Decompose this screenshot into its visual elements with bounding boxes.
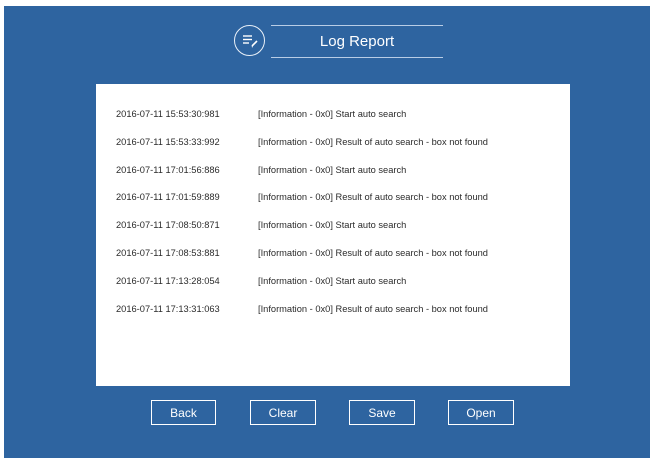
log-report-screen: Log Report 2016-07-11 15:53:30:981 [Info… <box>4 6 650 458</box>
log-message: [Information - 0x0] Start auto search <box>258 109 407 119</box>
log-list-panel: 2016-07-11 15:53:30:981 [Information - 0… <box>96 84 570 386</box>
log-timestamp: 2016-07-11 17:08:53:881 <box>116 248 220 258</box>
log-message: [Information - 0x0] Result of auto searc… <box>258 304 488 314</box>
log-message: [Information - 0x0] Result of auto searc… <box>258 192 488 202</box>
log-timestamp: 2016-07-11 17:08:50:871 <box>116 220 220 230</box>
log-entry: 2016-07-11 17:13:31:063 [Information - 0… <box>116 301 488 317</box>
log-entry: 2016-07-11 17:01:56:886 [Information - 0… <box>116 162 406 178</box>
log-list-icon <box>234 25 265 56</box>
log-timestamp: 2016-07-11 17:13:31:063 <box>116 304 220 314</box>
clear-button[interactable]: Clear <box>250 400 316 425</box>
back-button[interactable]: Back <box>151 400 216 425</box>
log-message: [Information - 0x0] Result of auto searc… <box>258 137 488 147</box>
log-message: [Information - 0x0] Start auto search <box>258 220 407 230</box>
save-button[interactable]: Save <box>349 400 415 425</box>
log-entry: 2016-07-11 15:53:33:992 [Information - 0… <box>116 134 488 150</box>
log-timestamp: 2016-07-11 17:01:56:886 <box>116 165 220 175</box>
log-entry: 2016-07-11 17:08:50:871 [Information - 0… <box>116 217 406 233</box>
log-timestamp: 2016-07-11 17:13:28:054 <box>116 276 220 286</box>
log-entry: 2016-07-11 15:53:30:981 [Information - 0… <box>116 106 406 122</box>
log-timestamp: 2016-07-11 15:53:30:981 <box>116 109 220 119</box>
log-entry: 2016-07-11 17:13:28:054 [Information - 0… <box>116 273 406 289</box>
log-message: [Information - 0x0] Start auto search <box>258 276 407 286</box>
header-divider-bottom <box>271 57 443 58</box>
log-timestamp: 2016-07-11 17:01:59:889 <box>116 192 220 202</box>
log-entry: 2016-07-11 17:08:53:881 [Information - 0… <box>116 245 488 261</box>
log-entry: 2016-07-11 17:01:59:889 [Information - 0… <box>116 189 488 205</box>
log-timestamp: 2016-07-11 15:53:33:992 <box>116 137 220 147</box>
open-button[interactable]: Open <box>448 400 514 425</box>
log-message: [Information - 0x0] Start auto search <box>258 165 407 175</box>
page-title: Log Report <box>319 33 395 50</box>
log-message: [Information - 0x0] Result of auto searc… <box>258 248 488 258</box>
